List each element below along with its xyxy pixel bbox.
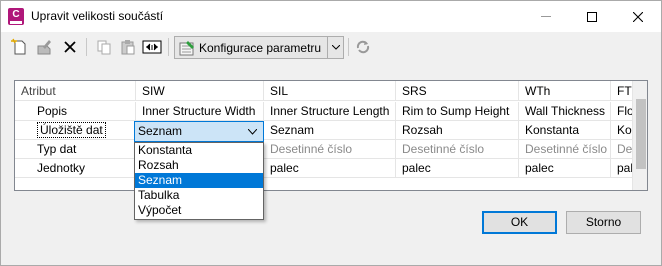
edit-button[interactable] [33, 36, 55, 58]
new-size-button[interactable] [9, 36, 31, 58]
vertical-scrollbar[interactable] [632, 81, 647, 190]
toolbar: Konfigurace parametru [1, 32, 661, 62]
row-label[interactable]: Typ dat [15, 140, 136, 159]
close-icon [633, 11, 643, 22]
civil3d-app-icon: C [8, 8, 24, 25]
parameter-grid[interactable]: Atribut SIW SIL SRS WTh FTh Popis Inner … [14, 80, 648, 191]
toolbar-separator [168, 38, 169, 56]
delete-button[interactable] [59, 36, 81, 58]
new-size-icon [11, 38, 26, 55]
grid-cell[interactable]: Desetinné číslo [611, 140, 633, 159]
data-storage-combo[interactable]: Seznam [134, 121, 264, 142]
grid-cell[interactable]: palec [264, 159, 396, 178]
scrollbar-thumb[interactable] [636, 99, 646, 169]
paste-button[interactable] [117, 36, 139, 58]
dropdown-option-seznam[interactable]: Seznam [135, 173, 263, 188]
toolbar-separator [348, 38, 349, 56]
column-header[interactable]: SIW [136, 81, 264, 101]
grid-cell[interactable]: Desetinné číslo [519, 140, 611, 159]
title-bar[interactable]: C Upravit velikosti součástí [1, 1, 661, 32]
grid-cell[interactable]: Floor Thickness [611, 102, 633, 121]
grid-cell[interactable]: Konstanta [519, 121, 611, 140]
copy-button[interactable] [93, 36, 115, 58]
paste-icon [121, 40, 135, 55]
chevron-down-icon[interactable] [247, 122, 258, 142]
refresh-icon [356, 40, 370, 54]
grid-cell[interactable]: Desetinné číslo [396, 140, 519, 159]
grid-cell[interactable]: palec [519, 159, 611, 178]
row-label[interactable]: Jednotky [15, 159, 136, 178]
row-label[interactable]: Popis [15, 102, 136, 121]
column-header[interactable]: SIL [264, 81, 396, 101]
chevron-down-icon[interactable] [327, 37, 343, 58]
toolbar-separator [86, 38, 87, 56]
dropdown-option-tabulka[interactable]: Tabulka [135, 188, 263, 203]
refresh-button[interactable] [352, 36, 374, 58]
copy-icon [97, 40, 111, 55]
configure-parameters-button[interactable]: Konfigurace parametru [174, 36, 344, 59]
minimize-button[interactable] [523, 1, 569, 32]
grid-cell[interactable]: Inner Structure Length [264, 102, 396, 121]
delete-icon [64, 41, 76, 53]
resize-parts-dialog: C Upravit velikosti součástí Konfigurace… [0, 0, 662, 266]
combo-value: Seznam [138, 124, 183, 138]
minimize-icon [541, 16, 551, 17]
grid-cell[interactable]: palec [611, 159, 633, 178]
cancel-button[interactable]: Storno [566, 211, 641, 234]
maximize-icon [587, 11, 597, 22]
grid-cell[interactable]: Seznam [264, 121, 396, 140]
column-header[interactable]: SRS [396, 81, 519, 101]
column-header[interactable]: Atribut [15, 81, 136, 101]
ok-button[interactable]: OK [482, 211, 557, 234]
column-header[interactable]: WTh [519, 81, 611, 101]
edit-icon [37, 40, 51, 55]
grid-cell[interactable]: Inner Structure Width [136, 102, 264, 121]
grid-cell[interactable]: palec [396, 159, 519, 178]
window-title: Upravit velikosti součástí [31, 9, 164, 23]
data-storage-dropdown: Konstanta Rozsah Seznam Tabulka Výpočet [134, 142, 264, 220]
grid-cell[interactable]: Desetinné číslo [264, 140, 396, 159]
grid-cell[interactable]: Wall Thickness [519, 102, 611, 121]
dropdown-option-vypocet[interactable]: Výpočet [135, 203, 263, 218]
rename-icon [142, 40, 162, 54]
close-button[interactable] [615, 1, 661, 32]
dropdown-option-rozsah[interactable]: Rozsah [135, 158, 263, 173]
grid-cell[interactable]: Rim to Sump Height [396, 102, 519, 121]
configure-parameters-icon [179, 40, 194, 55]
maximize-button[interactable] [569, 1, 615, 32]
dropdown-option-konstanta[interactable]: Konstanta [135, 143, 263, 158]
rename-button[interactable] [141, 36, 163, 58]
grid-cell[interactable]: Konstanta [611, 121, 633, 140]
grid-cell[interactable]: Rozsah [396, 121, 519, 140]
configure-parameters-label: Konfigurace parametru [199, 40, 322, 55]
row-label-selected[interactable]: Úložiště dat [15, 121, 136, 140]
